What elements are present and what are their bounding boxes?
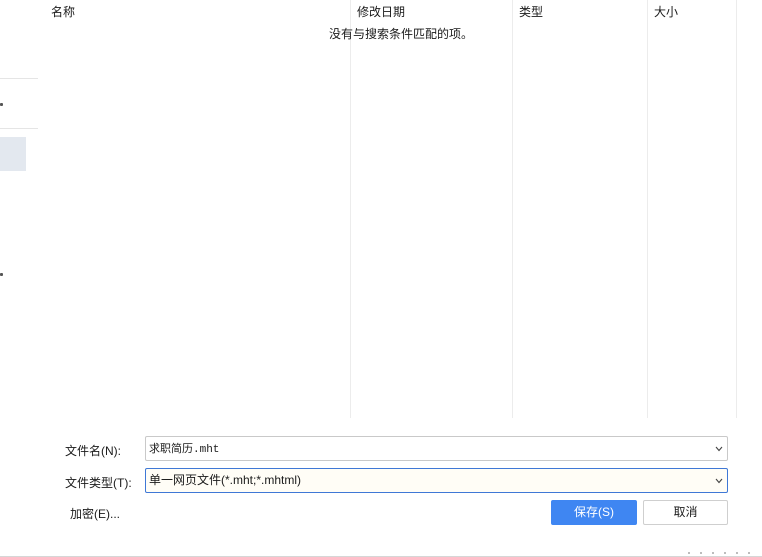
- file-list[interactable]: ▲ 名称 修改日期 类型 大小: [44, 0, 737, 418]
- encrypt-link[interactable]: 加密(E)...: [70, 505, 120, 522]
- nav-item-truncated[interactable]: [0, 273, 3, 276]
- cancel-button[interactable]: 取消: [643, 500, 728, 525]
- column-header-name[interactable]: 名称: [51, 3, 75, 20]
- filename-label: 文件名(N):: [65, 444, 121, 458]
- filetype-select[interactable]: 单一网页文件(*.mht;*.mhtml): [145, 468, 728, 493]
- column-header-date-modified[interactable]: 修改日期: [357, 3, 405, 20]
- filetype-label: 文件类型(T):: [65, 476, 132, 490]
- save-button[interactable]: 保存(S): [551, 500, 637, 525]
- chevron-down-icon[interactable]: [715, 477, 723, 485]
- filename-input[interactable]: 求职简历.mht: [149, 444, 219, 456]
- nav-item-selected[interactable]: [0, 137, 26, 171]
- column-divider[interactable]: [512, 0, 513, 418]
- filename-combobox[interactable]: 求职简历.mht: [145, 436, 728, 461]
- resize-grip-icon[interactable]: [688, 551, 758, 554]
- navigation-pane: [0, 0, 44, 418]
- column-header-type[interactable]: 类型: [519, 3, 543, 20]
- filetype-selected-value: 单一网页文件(*.mht;*.mhtml): [149, 473, 302, 487]
- nav-divider: [0, 78, 38, 79]
- chevron-down-icon[interactable]: [715, 445, 723, 453]
- column-divider[interactable]: [647, 0, 648, 418]
- column-divider[interactable]: [350, 0, 351, 418]
- nav-divider: [0, 128, 38, 129]
- nav-item-truncated[interactable]: [0, 103, 3, 106]
- column-header-size[interactable]: 大小: [654, 3, 678, 20]
- empty-results-message: 没有与搜索条件匹配的项。: [328, 27, 473, 41]
- column-divider[interactable]: [736, 0, 737, 418]
